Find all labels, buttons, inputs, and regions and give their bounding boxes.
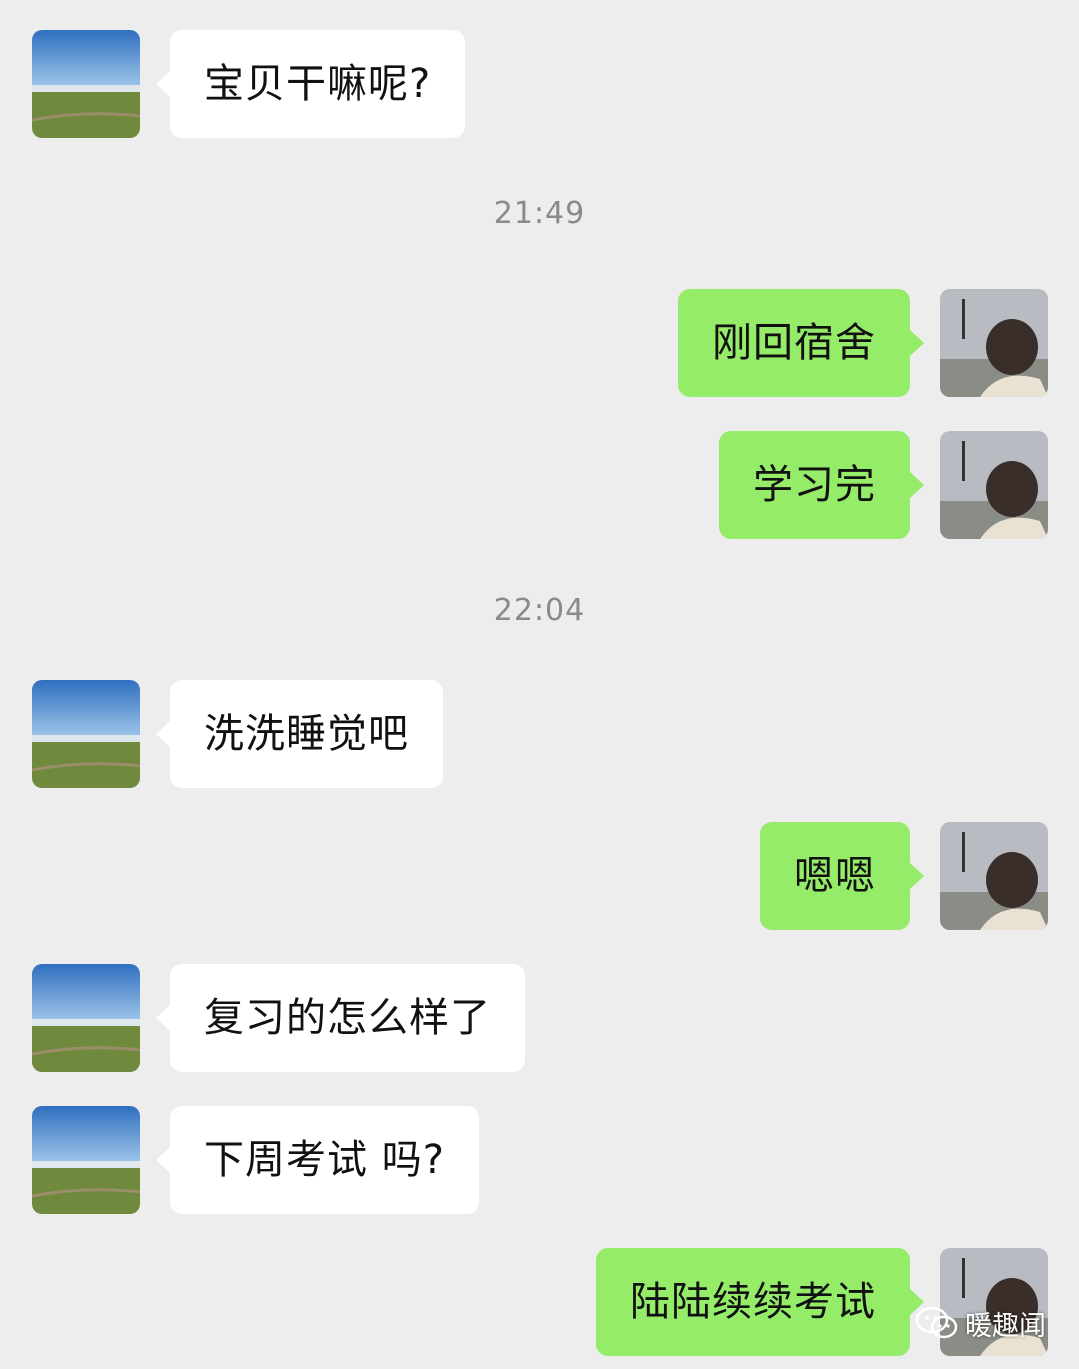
girl-avatar-image	[940, 431, 1048, 539]
message-bubble[interactable]: 学习完	[719, 431, 924, 539]
message-bubble[interactable]: 宝贝干嘛呢?	[155, 30, 466, 138]
landscape-avatar-image	[32, 30, 140, 138]
landscape-avatar-image	[32, 964, 140, 1072]
message-bubble[interactable]: 洗洗睡觉吧	[156, 680, 443, 788]
user-avatar[interactable]	[940, 431, 1048, 539]
wechat-icon	[915, 1306, 958, 1339]
message-row-received: 下周考试 吗?	[0, 1106, 1079, 1214]
timestamp: 21:49	[493, 196, 586, 231]
message-bubble[interactable]: 嗯嗯	[760, 822, 924, 930]
message-bubble[interactable]: 刚回宿舍	[678, 289, 924, 397]
message-row-sent: 学习完	[0, 431, 1079, 539]
message-bubble[interactable]: 下周考试 吗?	[156, 1106, 479, 1214]
user-avatar[interactable]	[940, 822, 1048, 930]
girl-avatar-image	[940, 822, 1048, 930]
contact-avatar[interactable]	[32, 30, 140, 138]
message-row-received: 复习的怎么样了	[0, 964, 1079, 1072]
message-row-sent: 刚回宿舍	[0, 289, 1079, 397]
message-bubble[interactable]: 复习的怎么样了	[156, 964, 525, 1072]
landscape-avatar-image	[32, 1106, 140, 1214]
contact-avatar[interactable]	[32, 964, 140, 1072]
watermark-label: 暖趣闻	[965, 1310, 1046, 1342]
girl-avatar-image	[940, 289, 1048, 397]
contact-avatar[interactable]	[32, 1106, 140, 1214]
contact-avatar[interactable]	[32, 680, 140, 788]
message-row-sent: 嗯嗯	[0, 822, 1079, 930]
watermark: 暖趣闻	[915, 1303, 1046, 1343]
message-row-received: 宝贝干嘛呢?	[0, 30, 1079, 138]
message-row-received: 洗洗睡觉吧	[0, 680, 1079, 788]
message-bubble[interactable]: 陆陆续续考试	[596, 1248, 924, 1356]
user-avatar[interactable]	[940, 289, 1048, 397]
timestamp: 22:04	[493, 593, 586, 628]
landscape-avatar-image	[32, 680, 140, 788]
